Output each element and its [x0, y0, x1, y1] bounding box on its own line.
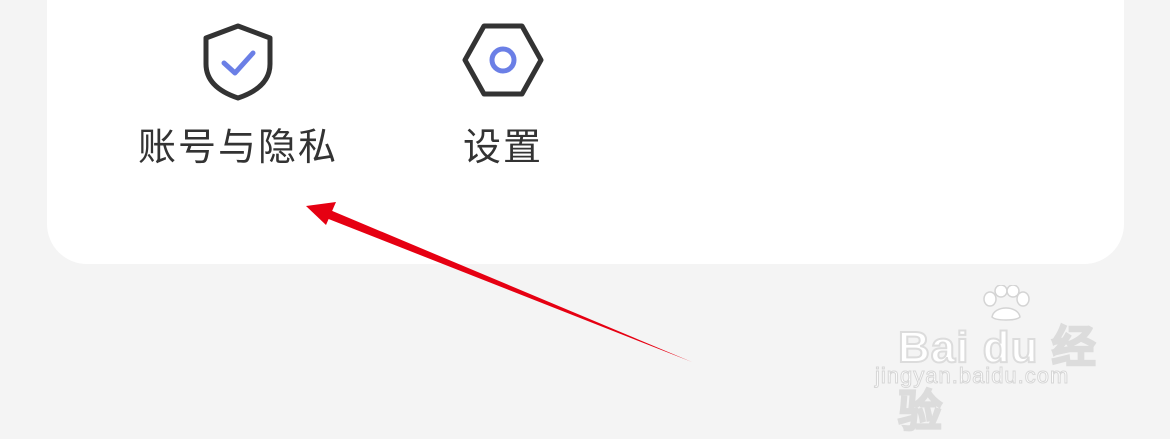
menu-card: 账号与隐私 设置	[47, 0, 1124, 264]
hexagon-settings-icon	[462, 23, 544, 97]
shield-check-icon	[203, 23, 273, 101]
paw-logo-icon	[983, 285, 1030, 321]
account-privacy-label: 账号与隐私	[137, 125, 338, 169]
settings-button[interactable]: 设置	[393, 20, 613, 180]
settings-label: 设置	[462, 125, 543, 169]
account-privacy-button[interactable]: 账号与隐私	[128, 20, 348, 180]
baidu-watermark: Bai du 经验 jingyan.baidu.com	[874, 285, 1110, 437]
watermark-url: jingyan.baidu.com	[874, 363, 1070, 389]
watermark-brand: Bai du 经验	[897, 322, 1097, 437]
